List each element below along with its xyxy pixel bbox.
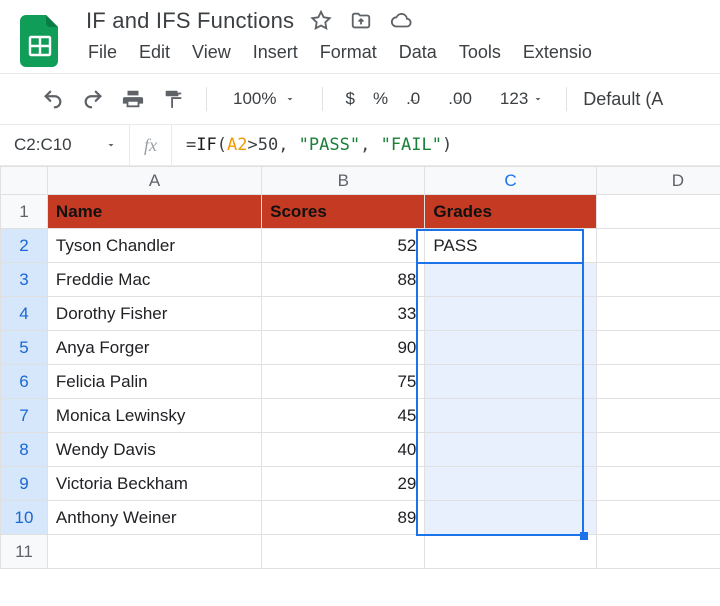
cell[interactable]: Name [47, 195, 261, 229]
cell[interactable]: Grades [425, 195, 596, 229]
menu-insert[interactable]: Insert [253, 42, 298, 63]
cell[interactable] [47, 535, 261, 569]
cell[interactable] [596, 331, 720, 365]
cell[interactable] [425, 365, 596, 399]
cell[interactable] [596, 433, 720, 467]
cell[interactable]: 88 [262, 263, 425, 297]
cell[interactable] [425, 467, 596, 501]
cell[interactable] [425, 399, 596, 433]
formula-bar[interactable]: =IF(A2>50, "PASS", "FAIL") [172, 135, 720, 155]
undo-button[interactable] [36, 84, 70, 114]
cell[interactable]: Tyson Chandler [47, 229, 261, 263]
increase-decimal-button[interactable]: .00→ [448, 89, 482, 109]
row-header[interactable]: 4 [1, 297, 48, 331]
percent-button[interactable]: % [373, 89, 388, 109]
cell[interactable] [596, 535, 720, 569]
print-button[interactable] [116, 84, 150, 114]
cell[interactable] [425, 297, 596, 331]
cell[interactable]: 89 [262, 501, 425, 535]
document-title[interactable]: IF and IFS Functions [86, 8, 294, 34]
zoom-dropdown[interactable]: 100% [223, 89, 306, 109]
name-box-value: C2:C10 [14, 135, 72, 155]
menu-format[interactable]: Format [320, 42, 377, 63]
cell[interactable] [425, 331, 596, 365]
cell[interactable]: 90 [262, 331, 425, 365]
cell[interactable]: Anthony Weiner [47, 501, 261, 535]
row-header[interactable]: 7 [1, 399, 48, 433]
cell[interactable] [262, 535, 425, 569]
cloud-status-icon[interactable] [388, 8, 414, 34]
cell[interactable]: Dorothy Fisher [47, 297, 261, 331]
cell[interactable] [596, 501, 720, 535]
row-header[interactable]: 11 [1, 535, 48, 569]
cell[interactable] [425, 535, 596, 569]
col-header-C[interactable]: C [425, 167, 596, 195]
cell[interactable] [596, 195, 720, 229]
menu-data[interactable]: Data [399, 42, 437, 63]
fx-icon: fx [130, 125, 172, 165]
cell[interactable]: PASS [425, 229, 596, 263]
cell[interactable] [596, 365, 720, 399]
move-folder-icon[interactable] [348, 8, 374, 34]
cell[interactable]: Freddie Mac [47, 263, 261, 297]
name-box[interactable]: C2:C10 [0, 125, 130, 165]
cell[interactable]: 40 [262, 433, 425, 467]
paint-format-button[interactable] [156, 84, 190, 114]
row-header[interactable]: 2 [1, 229, 48, 263]
cell[interactable]: 52 [262, 229, 425, 263]
menu-tools[interactable]: Tools [459, 42, 501, 63]
cell[interactable] [425, 433, 596, 467]
menu-bar: File Edit View Insert Format Data Tools … [86, 34, 592, 73]
cell[interactable]: Anya Forger [47, 331, 261, 365]
cell[interactable]: Wendy Davis [47, 433, 261, 467]
row-header[interactable]: 9 [1, 467, 48, 501]
zoom-value: 100% [233, 89, 276, 109]
cell[interactable]: 29 [262, 467, 425, 501]
chevron-down-icon [284, 93, 296, 105]
row-header[interactable]: 1 [1, 195, 48, 229]
row-header[interactable]: 6 [1, 365, 48, 399]
cell[interactable] [596, 263, 720, 297]
cell[interactable] [596, 399, 720, 433]
cell[interactable]: 75 [262, 365, 425, 399]
cell[interactable] [596, 229, 720, 263]
decrease-decimal-button[interactable]: .0← [406, 89, 430, 109]
menu-file[interactable]: File [88, 42, 117, 63]
star-icon[interactable] [308, 8, 334, 34]
cell[interactable]: 33 [262, 297, 425, 331]
cell[interactable]: Scores [262, 195, 425, 229]
menu-edit[interactable]: Edit [139, 42, 170, 63]
cell[interactable]: 45 [262, 399, 425, 433]
font-dropdown[interactable]: Default (A [583, 89, 663, 110]
col-header-B[interactable]: B [262, 167, 425, 195]
row-header[interactable]: 10 [1, 501, 48, 535]
row-header[interactable]: 3 [1, 263, 48, 297]
col-header-D[interactable]: D [596, 167, 720, 195]
cell[interactable]: Victoria Beckham [47, 467, 261, 501]
spreadsheet-grid[interactable]: A B C D 1 Name Scores Grades 2 Tyson Cha… [0, 166, 720, 569]
toolbar: 100% $ % .0← .00→ 123 Default (A [0, 74, 720, 124]
redo-button[interactable] [76, 84, 110, 114]
cell[interactable]: Felicia Palin [47, 365, 261, 399]
cell[interactable] [425, 501, 596, 535]
row-header[interactable]: 8 [1, 433, 48, 467]
cell[interactable] [596, 297, 720, 331]
cell[interactable] [425, 263, 596, 297]
cell[interactable] [596, 467, 720, 501]
sheets-logo [18, 12, 62, 70]
menu-view[interactable]: View [192, 42, 231, 63]
cell[interactable]: Monica Lewinsky [47, 399, 261, 433]
menu-extensions[interactable]: Extensio [523, 42, 592, 63]
row-header[interactable]: 5 [1, 331, 48, 365]
select-all-corner[interactable] [1, 167, 48, 195]
col-header-A[interactable]: A [47, 167, 261, 195]
currency-button[interactable]: $ [345, 89, 354, 109]
number-format-dropdown[interactable]: 123 [500, 89, 544, 109]
